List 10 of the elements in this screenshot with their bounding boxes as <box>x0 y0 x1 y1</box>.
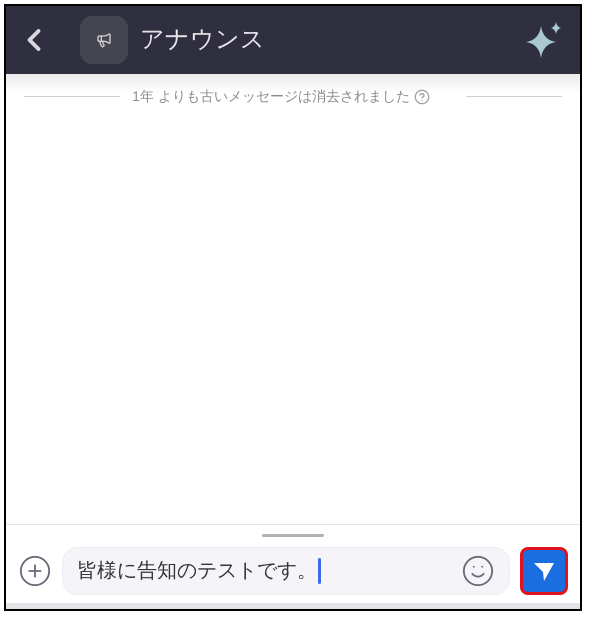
help-icon[interactable] <box>414 88 430 104</box>
channel-title: アナウンス <box>140 25 265 55</box>
add-icon[interactable] <box>18 554 52 588</box>
emoji-icon[interactable] <box>461 554 495 588</box>
drag-handle[interactable] <box>262 534 324 537</box>
message-field[interactable]: 皆様に告知のテストです。 <box>62 547 510 595</box>
message-text: 皆様に告知のテストです。 <box>77 559 317 584</box>
send-button[interactable] <box>520 547 568 595</box>
megaphone-icon <box>96 32 112 48</box>
notice-text: 1年 よりも古いメッセージは消去されました <box>132 87 410 106</box>
